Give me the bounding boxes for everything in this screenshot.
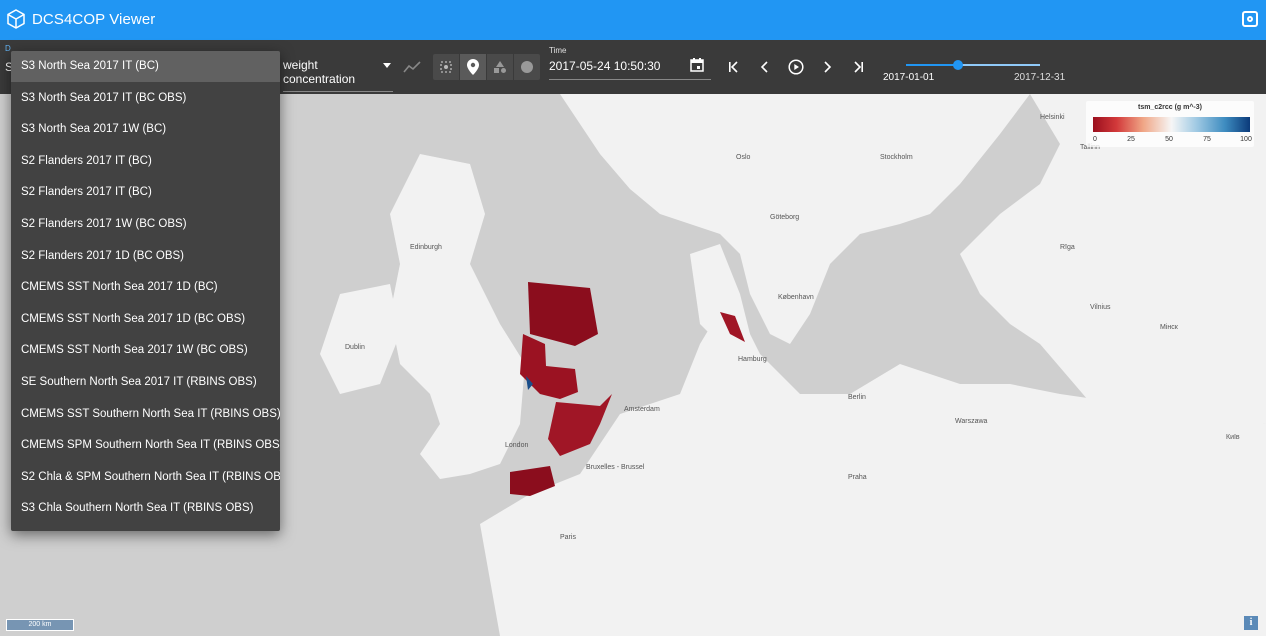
dataset-label: D — [5, 44, 11, 53]
calendar-icon[interactable] — [690, 58, 704, 72]
time-range-slider[interactable] — [906, 60, 1040, 70]
map-label-helsinki: Helsinki — [1040, 114, 1065, 121]
app-title: DCS4COP Viewer — [32, 11, 156, 28]
legend-tick: 25 — [1127, 136, 1135, 143]
dropdown-arrow-icon — [383, 63, 391, 68]
legend-tick: 100 — [1240, 136, 1252, 143]
info-icon[interactable]: i — [1244, 616, 1258, 630]
dataset-menu-item[interactable]: S3 North Sea 2017 IT (BC) — [11, 51, 280, 82]
map-label-warszawa: Warszawa — [955, 418, 988, 425]
map-label-edinburgh: Edinburgh — [410, 244, 442, 251]
color-legend: tsm_c2rcc (g m^-3) 0 25 50 75 100 — [1086, 101, 1254, 147]
dataset-menu-item[interactable]: S3 North Sea 2017 IT (BC OBS) — [11, 83, 280, 114]
first-step-icon — [729, 61, 738, 73]
dataset-dropdown-menu: S3 North Sea 2017 IT (BC) S3 North Sea 2… — [11, 51, 280, 531]
legend-tick: 0 — [1093, 136, 1097, 143]
dataset-menu-item[interactable]: S2 Flanders 2017 IT (BC) — [11, 177, 280, 208]
time-range-slider-fill — [906, 64, 959, 66]
play-button[interactable] — [786, 57, 806, 77]
previous-step-button[interactable] — [755, 57, 775, 77]
dataset-menu-item[interactable]: S2 Flanders 2017 1D (BC OBS) — [11, 241, 280, 272]
map-label-riga: Rīga — [1060, 244, 1075, 251]
time-input[interactable]: 2017-05-24 10:50:30 — [549, 59, 711, 80]
last-step-button[interactable] — [848, 57, 868, 77]
shapes-tool-icon[interactable] — [487, 54, 514, 80]
app-bar: DCS4COP Viewer — [0, 0, 1266, 40]
dataset-menu-item[interactable]: CMEMS SST Southern North Sea IT (RBINS O… — [11, 399, 280, 430]
circle-tool-icon[interactable] — [514, 54, 540, 80]
legend-title: tsm_c2rcc (g m^-3) — [1137, 104, 1202, 111]
legend-colorbar[interactable] — [1093, 117, 1250, 132]
cube-icon — [7, 9, 25, 29]
map-label-brussels: Bruxelles - Brussel — [586, 464, 645, 471]
map-label-vilnius: Vilnius — [1090, 304, 1111, 311]
map-label-amsterdam: Amsterdam — [624, 406, 660, 413]
time-range-start: 2017-01-01 — [883, 72, 935, 83]
map-label-oslo: Oslo — [736, 154, 751, 161]
dataset-menu-item[interactable]: S3 North Sea 2017 1W (BC) — [11, 114, 280, 145]
time-input-value: 2017-05-24 10:50:30 — [549, 59, 661, 73]
dataset-menu-item[interactable]: S2 Flanders 2017 IT (BC) — [11, 146, 280, 177]
play-icon — [788, 59, 804, 75]
first-step-button[interactable] — [724, 57, 744, 77]
time-range-slider-thumb[interactable] — [953, 60, 964, 70]
place-marker-icon[interactable] — [460, 54, 487, 80]
map-label-goteborg: Göteborg — [770, 214, 800, 221]
legend-tick: 50 — [1165, 136, 1173, 143]
dataset-menu-item[interactable]: CMEMS SST North Sea 2017 1W (BC OBS) — [11, 335, 280, 366]
time-label: Time — [549, 46, 567, 55]
map-label-london: London — [505, 442, 529, 449]
map-label-paris: Paris — [560, 534, 576, 541]
last-step-icon — [854, 61, 863, 73]
variable-select-value: weight concentration — [283, 58, 356, 86]
dataset-menu-item[interactable]: SE Southern North Sea 2017 IT (RBINS OBS… — [11, 367, 280, 398]
time-series-icon[interactable] — [403, 60, 421, 74]
map-label-stockholm: Stockholm — [880, 154, 913, 161]
map-label-praha: Praha — [848, 474, 867, 481]
map-label-kyiv: Київ — [1226, 434, 1240, 441]
time-range-end: 2017-12-31 — [1014, 72, 1066, 83]
dataset-menu-item[interactable]: S2 Flanders 2017 1W (BC OBS) — [11, 209, 280, 240]
variable-select[interactable]: weight concentration — [283, 58, 393, 92]
map-label-berlin: Berlin — [848, 394, 866, 401]
dataset-menu-item[interactable]: CMEMS SPM Southern North Sea IT (RBINS O… — [11, 430, 280, 461]
place-tools-group — [433, 54, 540, 80]
legend-tick: 75 — [1203, 136, 1211, 143]
next-step-icon — [824, 61, 832, 73]
dataset-menu-item[interactable]: S3 Chla Southern North Sea IT (RBINS OBS… — [11, 493, 280, 524]
scale-bar: 200 km — [6, 619, 74, 631]
dataset-menu-item[interactable]: CMEMS SST North Sea 2017 1D (BC OBS) — [11, 304, 280, 335]
map-label-dublin: Dublin — [345, 344, 365, 351]
dataset-menu-item[interactable]: S2 Chla & SPM Southern North Sea IT (RBI… — [11, 462, 280, 493]
dataset-menu-item[interactable]: CMEMS SST North Sea 2017 1D (BC) — [11, 272, 280, 303]
select-tool-icon[interactable] — [433, 54, 460, 80]
map-label-kobenhavn: København — [778, 294, 814, 301]
map-label-minsk: Мінск — [1160, 324, 1178, 331]
map-label-hamburg: Hamburg — [738, 356, 767, 363]
next-step-button[interactable] — [817, 57, 837, 77]
previous-step-icon — [760, 61, 768, 73]
settings-icon[interactable] — [1242, 11, 1258, 27]
